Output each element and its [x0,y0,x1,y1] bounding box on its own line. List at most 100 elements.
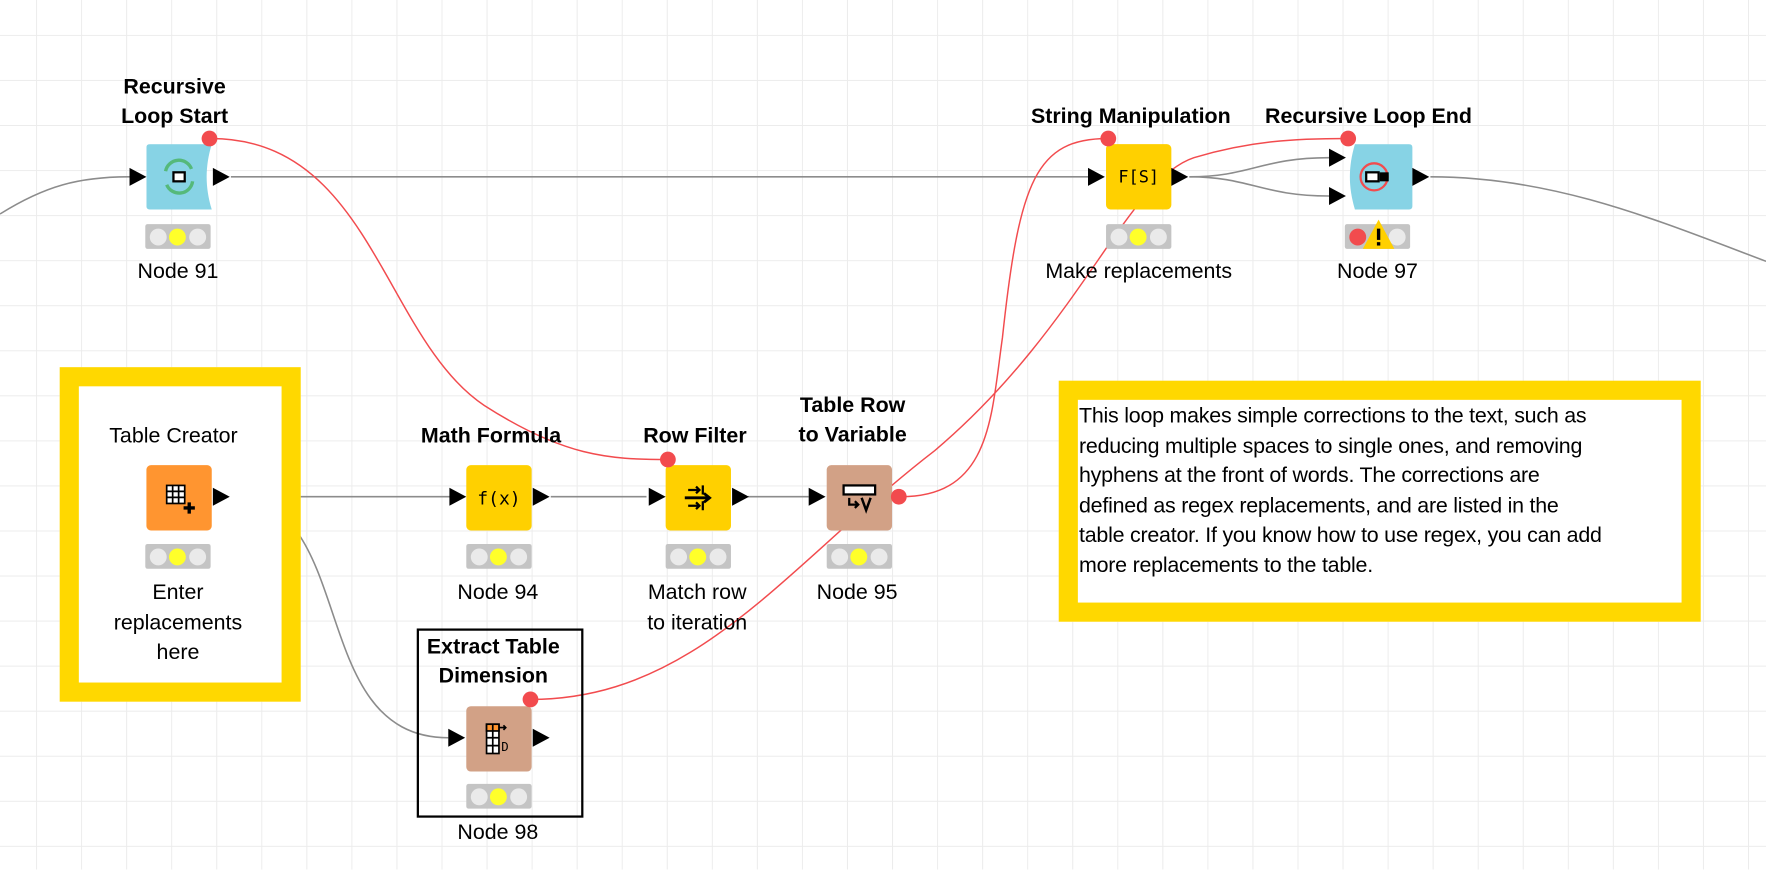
node-title[interactable]: Recursive Loop Start [121,73,228,132]
output-port[interactable] [212,167,230,186]
data-connection-incoming-node-91[interactable] [0,176,130,215]
node-label-line: to iteration [647,611,748,635]
node-label[interactable]: Node 97 [1337,258,1418,288]
node-label[interactable]: Enter replacements here [114,579,242,669]
status-light-red-off [470,547,488,565]
node-title[interactable]: Extract Table Dimension [427,633,560,692]
node-title-line: Dimension [438,664,549,689]
input-port[interactable] [808,487,826,506]
formula-icon: f(x) [477,487,521,509]
input-port[interactable] [449,487,467,506]
row-filter-icon [684,485,712,511]
string-manipulation-node-body[interactable]: F[S] [1106,144,1172,210]
math-formula-node-body[interactable]: f(x) [466,465,532,531]
table-dimension-icon: D [485,723,509,755]
loop-end-node-body[interactable] [1347,144,1415,210]
output-port[interactable] [532,487,550,506]
node-label[interactable]: Node 94 [457,579,538,609]
status-traffic-light [145,544,211,569]
node-title-line: String Manipulation [1030,104,1231,129]
workflow-canvas[interactable]: This loop makes simple corrections to th… [0,0,1766,870]
status-traffic-light [826,544,893,569]
status-light-red-off [831,547,849,565]
input-port[interactable] [448,728,466,747]
data-connection-string-to-loop-end-2[interactable] [1189,176,1330,197]
node-label-line: here [156,640,200,665]
status-light-green-off [709,547,727,565]
node-title-line: Table Creator [109,424,238,449]
status-light-yellow-on [169,228,187,245]
warning-icon[interactable] [1362,217,1396,251]
annotation-line: hyphens at the front of words. The corre… [1078,464,1540,488]
status-light-yellow-on [1130,228,1148,245]
row-filter-node-body[interactable] [665,465,731,531]
status-light-yellow-on [850,547,868,565]
status-light-red-off [470,787,488,805]
flow-variable-port[interactable] [1340,130,1357,147]
loop-start-node-body[interactable] [146,144,214,210]
input-port[interactable] [648,487,666,506]
table-creator-node-body[interactable] [146,465,212,531]
node-title[interactable]: Table Row to Variable [798,392,906,451]
node-label-line: replacements [113,611,243,635]
output-port[interactable] [1412,167,1430,186]
table-plus-icon [165,484,195,514]
input-port[interactable] [1088,167,1105,186]
node-title-line: to Variable [798,423,907,448]
data-connection-loop-end-outgoing[interactable] [1430,176,1766,263]
status-light-red-off [670,547,688,565]
annotation-line: more replacements to the table. [1078,553,1373,578]
data-connection-string-to-loop-end-1[interactable] [1189,156,1330,178]
annotation-line: defined as regex replacements, and are l… [1078,493,1559,518]
status-traffic-light [1106,224,1172,249]
node-title[interactable]: Table Creator [109,422,237,451]
annotation-line: reducing multiple spaces to single ones,… [1078,434,1583,458]
extract-table-dimension-node-body[interactable]: D [466,706,532,772]
output-port[interactable] [1171,167,1189,186]
flow-variable-port[interactable] [660,451,676,468]
flow-variable-port[interactable] [522,691,539,708]
node-title[interactable]: Row Filter [643,422,746,451]
flow-variable-port[interactable] [201,130,218,147]
node-title[interactable]: Math Formula [421,422,561,451]
status-traffic-light [466,544,532,569]
output-port[interactable] [212,487,230,506]
output-port[interactable] [732,487,749,506]
node-title-line: Row Filter [643,424,747,449]
node-label[interactable]: Match row to iteration [647,579,747,639]
string-function-icon: F[S] [1118,166,1160,187]
status-traffic-light [466,783,532,809]
node-label[interactable]: Node 91 [137,258,218,288]
status-light-red-off [1110,228,1128,245]
status-light-green-off [189,547,206,565]
input-port[interactable] [129,167,147,186]
status-light-red-off [149,547,167,565]
node-title[interactable]: Recursive Loop End [1265,102,1472,131]
node-title-line: Extract Table [426,635,560,659]
node-label-line: Match row [647,581,747,605]
input-port-2[interactable] [1329,186,1346,205]
status-light-green-off [1149,228,1167,245]
status-light-yellow-on [169,547,187,565]
svg-text:D: D [501,740,508,754]
output-port[interactable] [532,728,550,747]
node-label[interactable]: Node 98 [457,819,538,849]
annotation-description-text: This loop makes simple corrections to th… [1079,402,1687,581]
node-label[interactable]: Make replacements [1045,258,1232,288]
annotation-line: This loop makes simple corrections to th… [1078,404,1587,428]
node-label-line: Enter [152,581,204,605]
node-title[interactable]: String Manipulation [1031,102,1231,131]
status-light-yellow-on [689,547,707,565]
flow-variable-port[interactable] [1100,130,1117,147]
node-title-line: Recursive [123,75,226,100]
status-light-yellow-on [490,547,508,565]
status-light-green-off [510,787,527,805]
node-label[interactable]: Node 95 [817,579,898,609]
input-port-1[interactable] [1329,148,1346,167]
table-row-to-variable-node-body[interactable] [826,465,893,531]
node-title-line: Loop Start [121,104,229,129]
status-light-yellow-on [490,787,508,805]
status-light-green-off [510,547,527,565]
flow-variable-output-port[interactable] [890,488,907,505]
annotation-line: table creator. If you know how to use re… [1078,523,1602,548]
